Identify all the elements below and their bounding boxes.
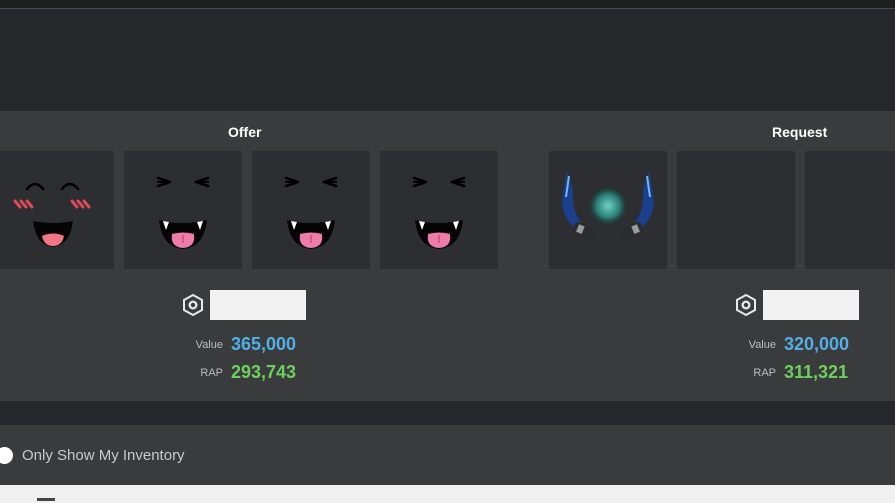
request-value-label: Value — [748, 339, 776, 351]
header-area — [0, 9, 895, 111]
only-show-inventory-label[interactable]: Only Show My Inventory — [22, 447, 185, 464]
request-rap: 311,321 — [784, 362, 849, 382]
request-item-slot[interactable] — [549, 151, 667, 269]
offer-value: 365,000 — [231, 334, 297, 354]
request-robux-input[interactable] — [763, 290, 859, 320]
window-top-border — [0, 0, 895, 9]
offer-item-slot[interactable] — [380, 151, 498, 269]
robux-icon — [183, 294, 203, 316]
offer-value-label: Value — [195, 339, 223, 351]
offer-robux-input[interactable] — [210, 290, 306, 320]
request-value: 320,000 — [784, 334, 850, 354]
robux-icon — [736, 294, 756, 316]
request-rap-label: RAP — [753, 367, 776, 379]
vampire-tongue-face-icon — [252, 151, 370, 269]
offer-rap: 293,743 — [231, 362, 297, 382]
offer-item-slot[interactable] — [252, 151, 370, 269]
offer-item-slot[interactable] — [124, 151, 242, 269]
vampire-tongue-face-icon — [380, 151, 498, 269]
vampire-tongue-face-icon — [124, 151, 242, 269]
blue-horns-orb-icon — [562, 171, 654, 241]
blush-smile-face-icon — [0, 151, 114, 269]
offer-item-slot[interactable] — [0, 151, 114, 269]
request-item-slot-empty[interactable] — [677, 151, 795, 269]
partial-content — [37, 498, 55, 501]
content-area — [0, 485, 895, 503]
section-divider — [0, 401, 895, 425]
offer-rap-label: RAP — [200, 367, 223, 379]
offer-title: Offer — [228, 124, 262, 140]
request-item-slot-empty[interactable] — [805, 151, 895, 269]
request-title: Request — [772, 124, 828, 140]
